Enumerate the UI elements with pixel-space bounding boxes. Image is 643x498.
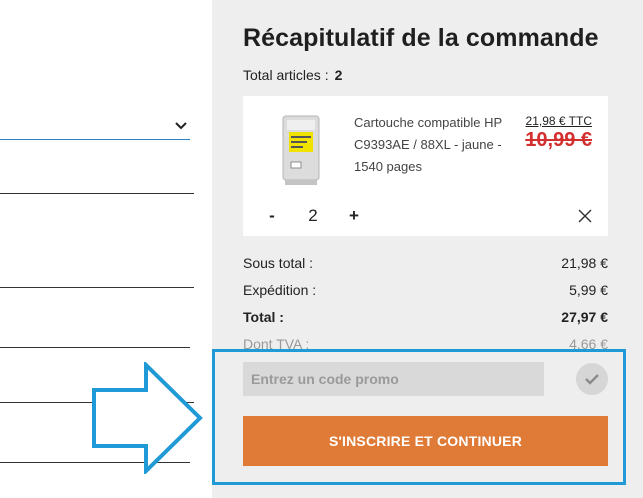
quantity-increase-button[interactable]: + [347,206,361,226]
totals-row: Expédition : 5,99 € [243,277,608,304]
totals-row: Total : 27,97 € [243,304,608,331]
totals-label: Sous total : [243,255,314,271]
totals-value: 4,66 € [569,336,608,350]
total-articles: Total articles : 2 [243,67,342,83]
totals-value: 27,97 € [561,309,608,325]
totals-label: Expédition : [243,282,317,298]
ink-cartridge-icon [282,115,320,185]
right-arrow-icon [92,362,203,474]
totals-label: Total : [243,309,284,325]
totals-label: Dont TVA : [243,336,310,350]
cart-item-card: Cartouche compatible HP C9393AE / 88XL -… [243,96,608,236]
total-articles-label: Total articles : [243,67,329,83]
totals-row: Sous total : 21,98 € [243,250,608,277]
highlight-box [212,349,626,485]
quantity-decrease-button[interactable]: - [265,206,279,226]
close-icon[interactable] [578,209,592,223]
order-summary-title: Récapitulatif de la commande [243,24,599,52]
totals-list: Sous total : 21,98 € Expédition : 5,99 €… [243,250,608,350]
new-price: 10,99 € [525,129,592,151]
totals-row: Dont TVA : 4,66 € [243,331,608,350]
form-field[interactable] [0,287,194,288]
chevron-down-icon[interactable] [172,117,190,135]
totals-value: 21,98 € [561,255,608,271]
old-price: 21,98 € TTC [525,114,592,128]
form-field[interactable] [0,347,190,348]
form-field[interactable] [0,193,194,194]
select-field[interactable] [0,139,190,140]
quantity-value[interactable]: 2 [305,206,321,226]
total-articles-count: 2 [334,67,343,83]
product-name[interactable]: Cartouche compatible HP C9393AE / 88XL -… [354,112,504,178]
totals-value: 5,99 € [569,282,608,298]
